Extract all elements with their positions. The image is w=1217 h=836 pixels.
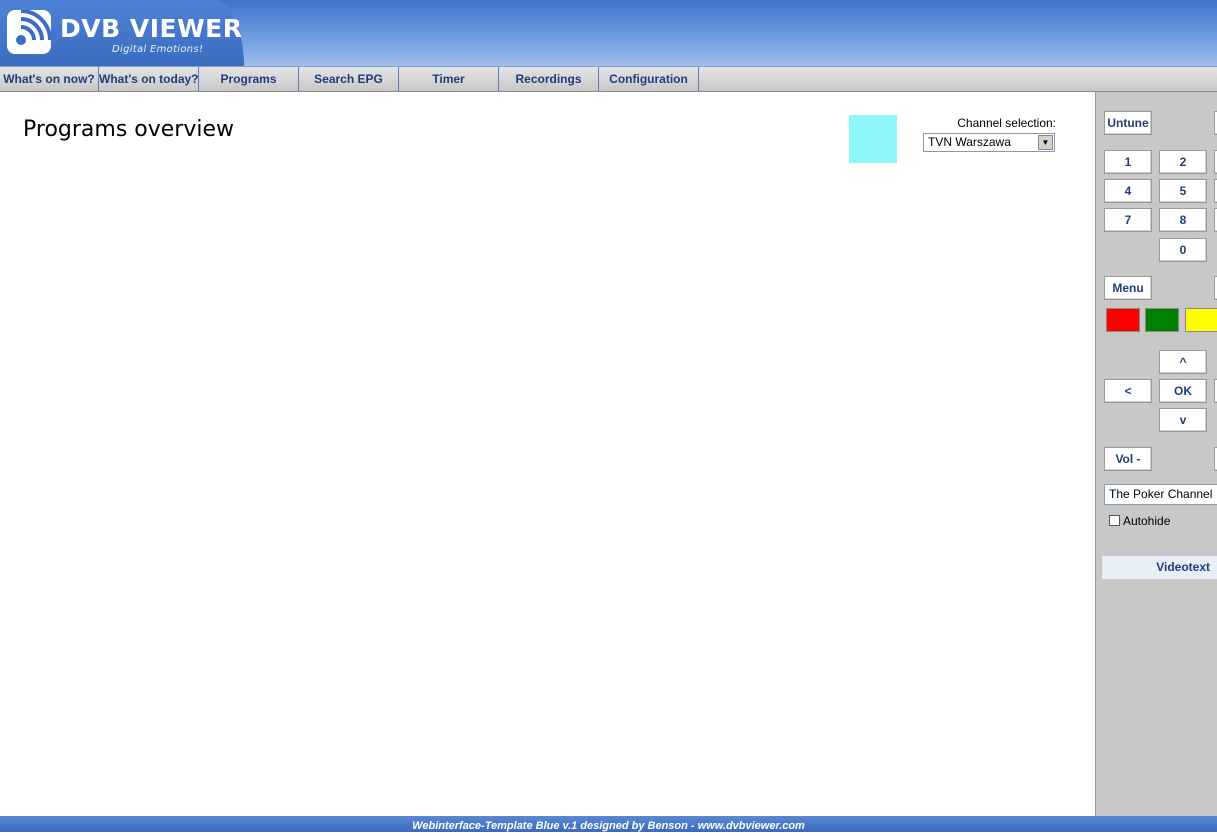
- digit-7-button[interactable]: 7: [1104, 208, 1152, 232]
- nav-recordings[interactable]: Recordings: [499, 67, 599, 91]
- red-button[interactable]: [1106, 308, 1140, 332]
- logo[interactable]: DVB VIEWER Digital Emotions!: [0, 0, 244, 66]
- channel-select-value: TVN Warszawa: [928, 135, 1011, 149]
- digit-5-button[interactable]: 5: [1159, 179, 1207, 203]
- logo-title: DVB VIEWER: [60, 14, 243, 43]
- autohide-label: Autohide: [1123, 514, 1171, 528]
- channel-preview-box: [849, 115, 897, 163]
- logo-tagline: Digital Emotions!: [112, 44, 204, 55]
- checkbox-icon[interactable]: [1109, 515, 1120, 526]
- page-title: Programs overview: [23, 117, 234, 142]
- remote-control-panel: Untune 1 2 4 5 7 8 0 Menu ^ < OK v Vol -…: [1095, 92, 1217, 816]
- volume-down-button[interactable]: Vol -: [1104, 447, 1152, 471]
- nav-whats-on-now[interactable]: What's on now?: [0, 67, 99, 91]
- digit-2-button[interactable]: 2: [1159, 150, 1207, 174]
- dropdown-arrow-icon[interactable]: ▼: [1038, 135, 1053, 150]
- videotext-link[interactable]: Videotext: [1102, 556, 1217, 579]
- nav-search-epg[interactable]: Search EPG: [299, 67, 399, 91]
- down-button[interactable]: v: [1159, 408, 1207, 432]
- up-button[interactable]: ^: [1159, 350, 1207, 374]
- channel-select[interactable]: TVN Warszawa ▼: [923, 133, 1055, 152]
- digit-8-button[interactable]: 8: [1159, 208, 1207, 232]
- nav-timer[interactable]: Timer: [399, 67, 499, 91]
- channel-selection-label: Channel selection:: [957, 116, 1056, 130]
- osd-channel-select-value: The Poker Channel: [1109, 487, 1213, 501]
- green-button[interactable]: [1145, 308, 1179, 332]
- ok-button[interactable]: OK: [1159, 379, 1207, 403]
- menu-button[interactable]: Menu: [1104, 276, 1152, 300]
- dvbviewer-logo-icon: [7, 10, 51, 54]
- autohide-checkbox[interactable]: Autohide: [1109, 514, 1170, 528]
- nav-configuration[interactable]: Configuration: [599, 67, 699, 91]
- page-footer: Webinterface-Template Blue v.1 designed …: [0, 816, 1217, 832]
- nav-programs[interactable]: Programs: [199, 67, 299, 91]
- nav-whats-on-today[interactable]: What's on today?: [99, 67, 199, 91]
- page-header: DVB VIEWER Digital Emotions!: [0, 0, 1217, 67]
- left-button[interactable]: <: [1104, 379, 1152, 403]
- osd-channel-select[interactable]: The Poker Channel: [1104, 484, 1217, 505]
- untune-button[interactable]: Untune: [1104, 111, 1152, 135]
- digit-0-button[interactable]: 0: [1159, 238, 1207, 262]
- digit-1-button[interactable]: 1: [1104, 150, 1152, 174]
- main-navigation: What's on now? What's on today? Programs…: [0, 67, 1217, 92]
- yellow-button[interactable]: [1185, 308, 1217, 332]
- digit-4-button[interactable]: 4: [1104, 179, 1152, 203]
